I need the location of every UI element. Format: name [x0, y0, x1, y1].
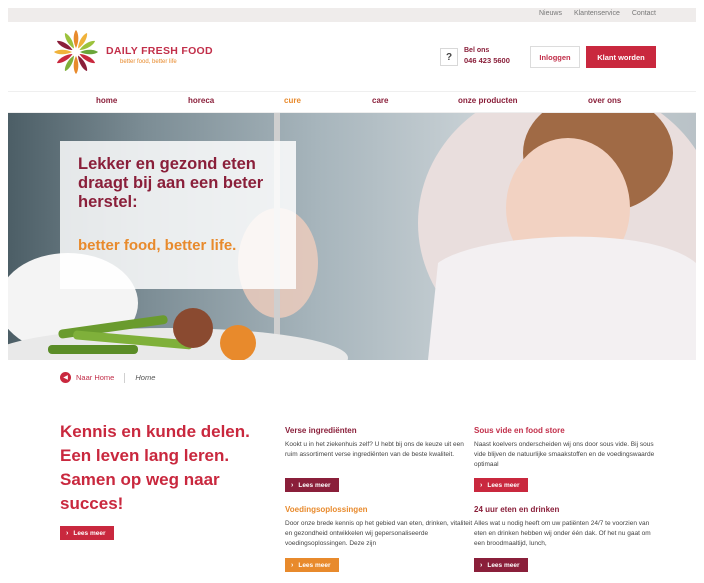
button-label: Lees meer — [298, 481, 331, 489]
card-title-fresh-ingredients[interactable]: Verse ingrediënten — [285, 426, 357, 435]
brand-name[interactable]: DAILY FRESH FOOD — [106, 45, 213, 57]
utility-links: Nieuws Klantenservice Contact — [539, 10, 656, 17]
chevron-right-icon: › — [480, 561, 483, 569]
hero-banner: Lekker en gezond eten draagt bij aan een… — [8, 113, 696, 360]
nav-item-cure[interactable]: cure — [284, 96, 301, 105]
hero-text-panel: Lekker en gezond eten draagt bij aan een… — [60, 141, 296, 289]
nav-item-about[interactable]: over ons — [588, 96, 621, 105]
sunburst-logo-icon[interactable] — [52, 28, 100, 76]
chevron-right-icon: › — [291, 561, 294, 569]
intro-read-more-button[interactable]: › Lees meer — [60, 526, 114, 540]
become-customer-button[interactable]: Klant worden — [586, 46, 656, 68]
question-icon[interactable]: ? — [440, 48, 458, 66]
nav-item-products[interactable]: onze producten — [458, 96, 518, 105]
site-header: DAILY FRESH FOOD better food, better lif… — [8, 22, 696, 92]
main-nav: home horeca cure care onze producten ove… — [8, 92, 696, 113]
chevron-right-icon: › — [66, 529, 69, 537]
top-utility-bar: Nieuws Klantenservice Contact — [8, 8, 696, 22]
nav-item-care[interactable]: care — [372, 96, 388, 105]
breadcrumb: ◀ Naar Home Home — [60, 372, 155, 383]
nav-item-horeca[interactable]: horeca — [188, 96, 214, 105]
utility-link-contact[interactable]: Contact — [632, 10, 656, 17]
utility-link-news[interactable]: Nieuws — [539, 10, 562, 17]
login-button[interactable]: Inloggen — [530, 46, 580, 68]
breadcrumb-home-link[interactable]: Naar Home — [76, 373, 114, 382]
breadcrumb-divider — [124, 372, 126, 383]
call-number: 046 423 5600 — [464, 56, 510, 65]
card-read-more-button[interactable]: › Lees meer — [285, 478, 339, 492]
call-us[interactable]: Bel ons 046 423 5600 — [464, 46, 510, 66]
card-read-more-button[interactable]: › Lees meer — [474, 478, 528, 492]
hero-title: Lekker en gezond eten draagt bij aan een… — [78, 155, 264, 211]
utility-link-customer-service[interactable]: Klantenservice — [574, 10, 620, 17]
hero-subtitle: better food, better life. — [78, 237, 237, 254]
button-label: Lees meer — [487, 561, 520, 569]
button-label: Lees meer — [73, 529, 106, 537]
breadcrumb-current: Home — [135, 373, 156, 382]
card-title-24h-food[interactable]: 24 uur eten en drinken — [474, 505, 559, 514]
card-title-sous-vide[interactable]: Sous vide en food store — [474, 426, 565, 435]
chevron-right-icon: › — [480, 481, 483, 489]
intro-heading: Kennis en kunde delen. Een leven lang le… — [60, 422, 250, 513]
button-label: Lees meer — [298, 561, 331, 569]
nav-item-home[interactable]: home — [96, 96, 117, 105]
card-text-nutrition-solutions: Door onze brede kennis op het gebied van… — [285, 520, 473, 547]
call-label: Bel ons — [464, 47, 490, 54]
chevron-right-icon: › — [291, 481, 294, 489]
brand-tagline: better food, better life — [120, 59, 177, 65]
card-read-more-button[interactable]: › Lees meer — [285, 558, 339, 572]
card-title-nutrition-solutions[interactable]: Voedingsoplossingen — [285, 505, 368, 514]
card-text-fresh-ingredients: Kookt u in het ziekenhuis zelf? U hebt b… — [285, 441, 464, 458]
card-text-sous-vide: Naast koelvers onderscheiden wij ons doo… — [474, 441, 655, 468]
home-circle-icon[interactable]: ◀ — [60, 372, 71, 383]
card-text-24h-food: Alles wat u nodig heeft om uw patiënten … — [474, 520, 651, 547]
card-read-more-button[interactable]: › Lees meer — [474, 558, 528, 572]
button-label: Lees meer — [487, 481, 520, 489]
